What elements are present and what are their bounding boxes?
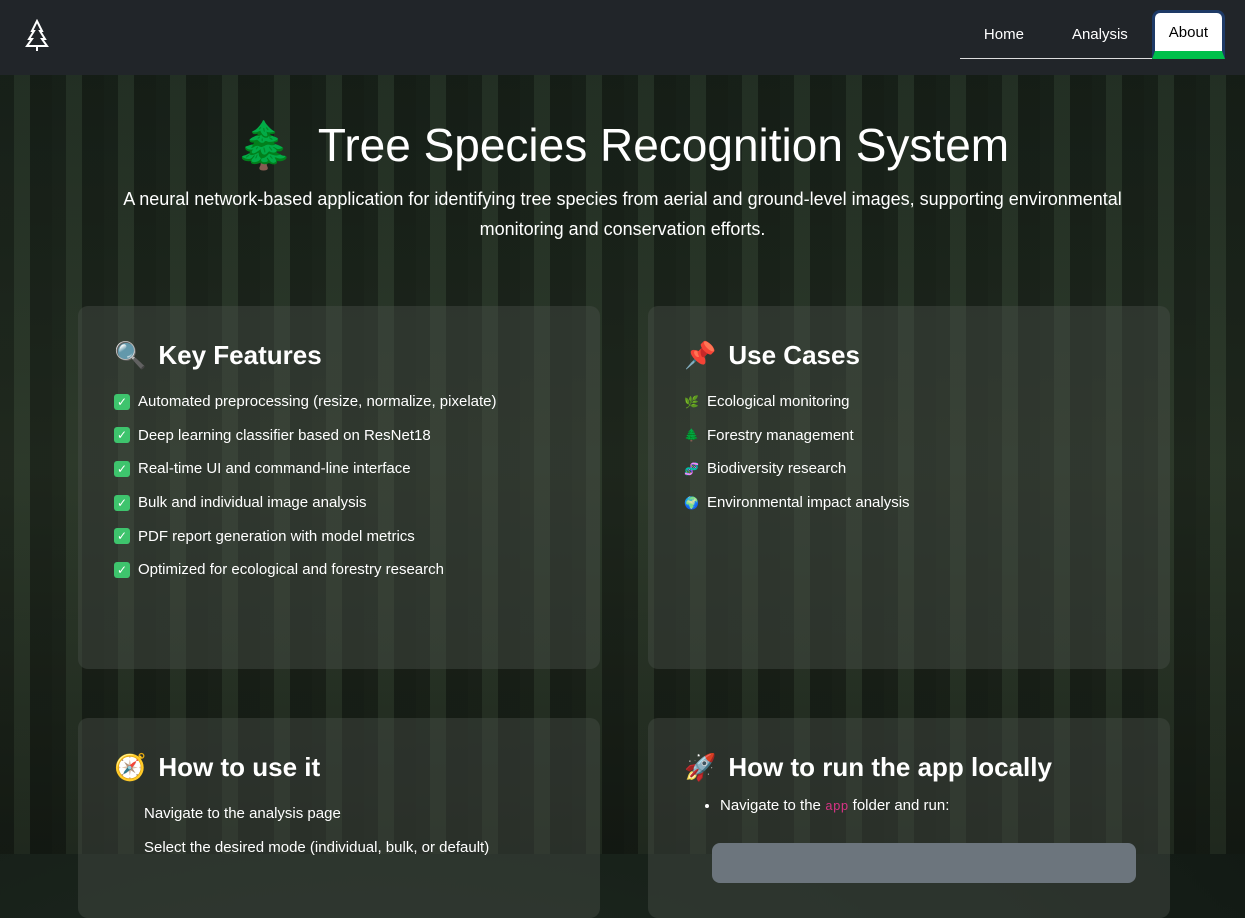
list-item: 🌍 Environmental impact analysis	[684, 494, 910, 512]
dna-icon: 🧬	[684, 461, 699, 476]
list-item: Navigate to the app folder and run:	[720, 797, 1134, 831]
list-item: ✓ Automated preprocessing (resize, normal…	[114, 385, 564, 419]
nav-home[interactable]: Home	[960, 10, 1048, 58]
code-app: app	[825, 799, 849, 814]
magnifier-icon: 🔍	[114, 340, 147, 370]
rocket-icon: 🚀	[684, 752, 717, 782]
navbar: Home Analysis About	[0, 0, 1245, 75]
check-icon: ✓	[114, 528, 130, 545]
code-block	[712, 842, 1136, 883]
compass-icon: 🧭	[114, 752, 147, 782]
list-item: ✓ Deep learning classifier based on ResNe…	[114, 419, 564, 453]
check-icon: ✓	[114, 393, 130, 410]
check-icon: ✓	[114, 561, 130, 578]
step-item: Navigate to the analysis page	[144, 805, 341, 823]
how-to-use-card: 🧭 How to use it Navigate to the analysis …	[78, 718, 600, 918]
card-title: Key Features	[158, 340, 322, 370]
tree-icon: 🌲	[235, 119, 294, 171]
list-item: ✓ PDF report generation with model metric…	[114, 519, 564, 553]
check-icon: ✓	[114, 494, 130, 511]
run-locally-card: 🚀 How to run the app locally Navigate to …	[648, 718, 1170, 918]
key-features-card: 🔍 Key Features ✓ Automated preprocessing (…	[78, 306, 600, 669]
list-item: 🌲 Forestry management	[684, 426, 854, 444]
step-item: Select the desired mode (individual, bul…	[144, 838, 490, 856]
check-icon: ✓	[114, 427, 130, 444]
tree-logo-icon[interactable]	[24, 19, 50, 51]
herb-icon: 🌿	[684, 394, 699, 409]
card-title: Use Cases	[728, 340, 860, 370]
card-title: How to run the app locally	[728, 752, 1052, 782]
list-item: ✓ Optimized for ecological and forestry r…	[114, 553, 564, 587]
use-cases-card: 📌 Use Cases 🌿 Ecological monitoring 🌲 Fores…	[648, 306, 1170, 669]
page-title: 🌲 Tree Species Recognition System	[0, 118, 1245, 173]
pushpin-icon: 📌	[684, 340, 717, 370]
globe-icon: 🌍	[684, 495, 699, 510]
nav-about[interactable]: About	[1151, 10, 1225, 59]
subtitle: A neural network-based application for i…	[123, 189, 1122, 239]
list-item: ✓ Real-time UI and command-line interface	[114, 452, 564, 486]
list-item: 🧬 Biodiversity research	[684, 460, 847, 478]
check-icon: ✓	[114, 460, 130, 477]
card-title: How to use it	[158, 752, 321, 782]
list-item: 🌿 Ecological monitoring	[684, 393, 850, 411]
nav-analysis[interactable]: Analysis	[1048, 10, 1152, 58]
tree-icon: 🌲	[684, 428, 699, 443]
title-text: Tree Species Recognition System	[317, 119, 1010, 171]
list-item: ✓ Bulk and individual image analysis	[114, 486, 564, 520]
